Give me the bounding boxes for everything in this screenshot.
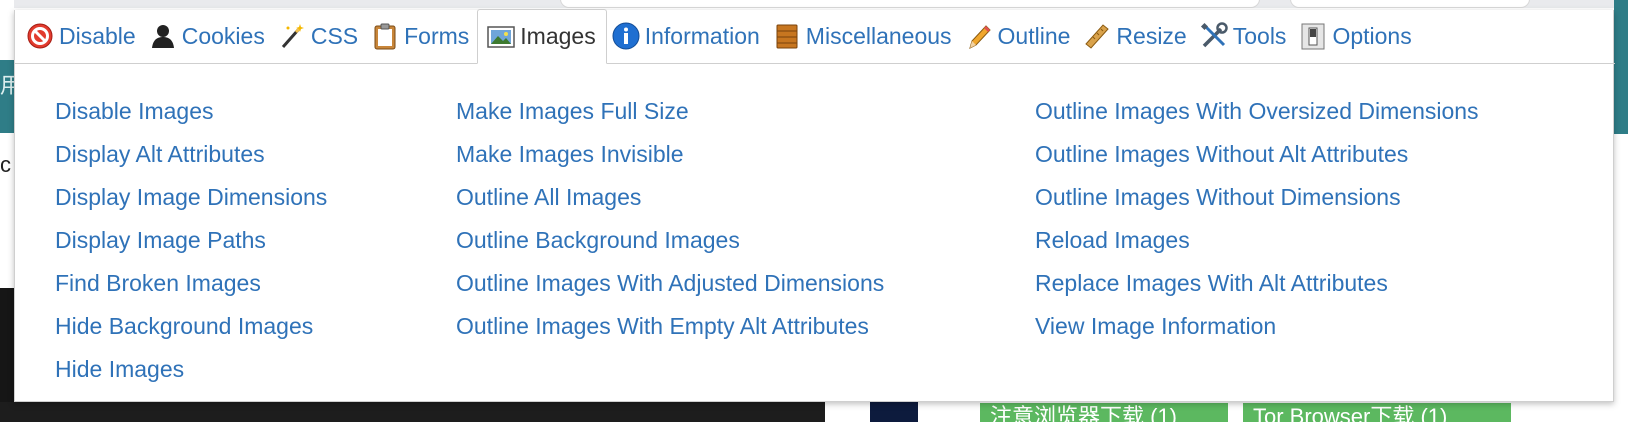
- tab-forms[interactable]: Forms: [366, 9, 477, 63]
- menu-item-replace-with-alt[interactable]: Replace Images With Alt Attributes: [1035, 262, 1479, 305]
- menu-item-hide-background-images[interactable]: Hide Background Images: [55, 305, 327, 348]
- menu-item-outline-background-images[interactable]: Outline Background Images: [456, 219, 884, 262]
- tab-options[interactable]: Options: [1294, 9, 1419, 63]
- ruler-icon: [1082, 21, 1112, 51]
- tab-label: Miscellaneous: [805, 22, 952, 49]
- menu-item-make-images-invisible[interactable]: Make Images Invisible: [456, 133, 884, 176]
- tab-cookies[interactable]: Cookies: [144, 9, 273, 63]
- menu-item-outline-all-images[interactable]: Outline All Images: [456, 176, 884, 219]
- tab-label: Tools: [1232, 22, 1287, 49]
- disable-icon: [25, 21, 55, 51]
- tab-resize[interactable]: Resize: [1078, 9, 1194, 63]
- tab-label: Outline: [997, 22, 1071, 49]
- menu-item-outline-oversized-dimensions[interactable]: Outline Images With Oversized Dimensions: [1035, 90, 1479, 133]
- cookies-icon: [148, 21, 178, 51]
- menu-column-2: Make Images Full Size Make Images Invisi…: [456, 90, 884, 348]
- box-icon: [772, 21, 802, 51]
- tab-disable[interactable]: Disable: [21, 9, 144, 63]
- address-bar-fragment: [560, 0, 1260, 8]
- tab-label: Cookies: [181, 22, 265, 49]
- screen: 用 c 注意浏览器下载 (1) Tor Browser下载 (1) Disabl…: [0, 0, 1628, 422]
- page-right-fragment: [1614, 0, 1628, 134]
- tab-label: Information: [644, 22, 760, 49]
- tab-miscellaneous[interactable]: Miscellaneous: [768, 9, 960, 63]
- page-fragment-text-2: c: [0, 152, 11, 177]
- menu-item-hide-images[interactable]: Hide Images: [55, 348, 327, 391]
- tab-tools[interactable]: Tools: [1195, 9, 1295, 63]
- page-tag-1[interactable]: 注意浏览器下载 (1): [980, 403, 1228, 422]
- menu-item-display-image-dimensions[interactable]: Display Image Dimensions: [55, 176, 327, 219]
- page-tag-2[interactable]: Tor Browser下载 (1): [1243, 403, 1511, 422]
- switch-icon: [1298, 21, 1328, 51]
- menu-column-1: Disable Images Display Alt Attributes Di…: [55, 90, 327, 391]
- browser-top-strip: [0, 0, 1628, 8]
- page-header-fragment: 用: [0, 60, 22, 133]
- tab-images[interactable]: Images: [477, 9, 607, 64]
- menu-item-display-alt-attributes[interactable]: Display Alt Attributes: [55, 133, 327, 176]
- info-icon: [611, 21, 641, 51]
- tab-label: Forms: [404, 22, 470, 49]
- menu-item-view-image-information[interactable]: View Image Information: [1035, 305, 1479, 348]
- menu-column-3: Outline Images With Oversized Dimensions…: [1035, 90, 1479, 348]
- tab-label: Options: [1332, 22, 1412, 49]
- image-icon: [486, 22, 516, 52]
- tab-css[interactable]: CSS: [273, 9, 366, 63]
- web-developer-panel: Disable Cookies CSS Forms Images Informa…: [14, 9, 1615, 402]
- tab-label: Images: [520, 23, 596, 49]
- tab-bar: Disable Cookies CSS Forms Images Informa…: [15, 9, 1615, 64]
- menu-item-outline-empty-alt[interactable]: Outline Images With Empty Alt Attributes: [456, 305, 884, 348]
- tab-label: CSS: [310, 22, 359, 49]
- images-menu: Disable Images Display Alt Attributes Di…: [15, 64, 1615, 402]
- search-bar-fragment: [1290, 0, 1530, 8]
- tab-information[interactable]: Information: [607, 9, 768, 63]
- menu-item-find-broken-images[interactable]: Find Broken Images: [55, 262, 327, 305]
- menu-item-make-images-full-size[interactable]: Make Images Full Size: [456, 90, 884, 133]
- page-dark-band: [0, 402, 825, 422]
- clipboard-icon: [370, 21, 400, 51]
- tools-icon: [1199, 21, 1229, 51]
- css-wand-icon: [277, 21, 307, 51]
- menu-item-disable-images[interactable]: Disable Images: [55, 90, 327, 133]
- menu-item-display-image-paths[interactable]: Display Image Paths: [55, 219, 327, 262]
- tab-label: Resize: [1116, 22, 1187, 49]
- menu-item-outline-adjusted-dimensions[interactable]: Outline Images With Adjusted Dimensions: [456, 262, 884, 305]
- menu-item-outline-without-alt[interactable]: Outline Images Without Alt Attributes: [1035, 133, 1479, 176]
- menu-item-reload-images[interactable]: Reload Images: [1035, 219, 1479, 262]
- page-blue-band: [870, 402, 918, 422]
- tab-label: Disable: [59, 22, 136, 49]
- menu-item-outline-without-dimensions[interactable]: Outline Images Without Dimensions: [1035, 176, 1479, 219]
- tab-outline[interactable]: Outline: [960, 9, 1079, 63]
- pencil-icon: [964, 21, 994, 51]
